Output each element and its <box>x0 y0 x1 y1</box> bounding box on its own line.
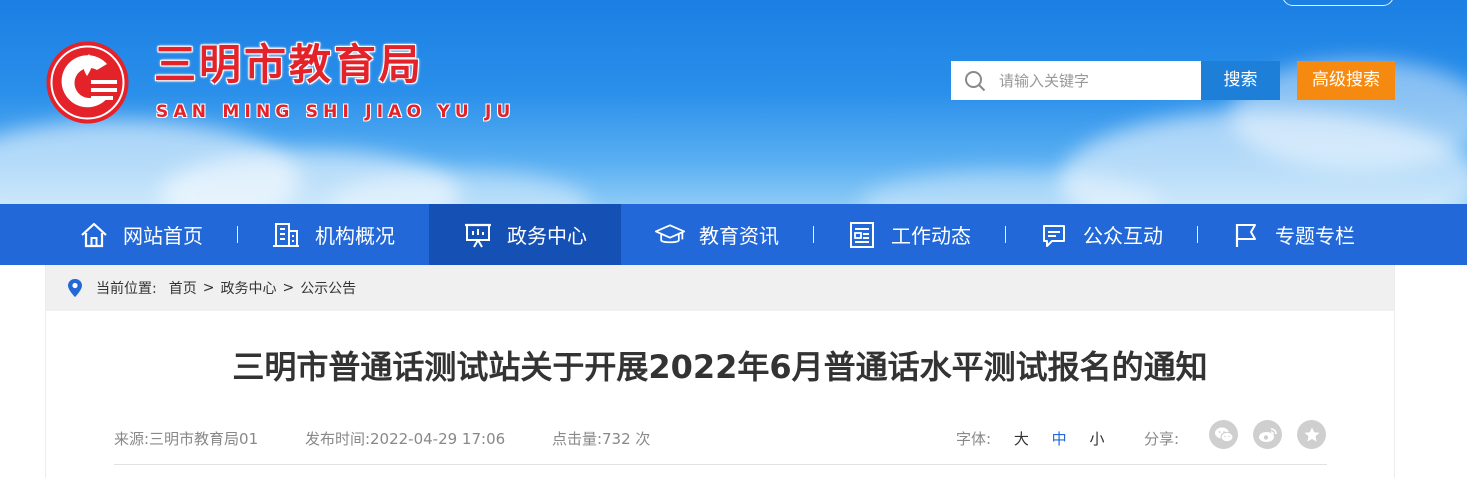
nav-item-special-topics[interactable]: 专题专栏 <box>1197 204 1389 265</box>
article-title: 三明市普通话测试站关于开展2022年6月普通话水平测试报名的通知 <box>232 348 1208 386</box>
breadcrumb-home-link[interactable]: 首页 <box>169 278 197 298</box>
presentation-board-icon <box>465 223 491 247</box>
education-bureau-logo <box>46 41 129 124</box>
article-meta: 来源:三明市教育局01 发布时间:2022-04-29 17:06 点击量:73… <box>114 429 692 449</box>
nav-item-label: 公众互动 <box>1083 224 1163 248</box>
nav-divider <box>1005 226 1006 243</box>
top-pill-link[interactable] <box>1282 0 1394 6</box>
share-favorite-button[interactable] <box>1297 420 1326 449</box>
nav-item-label: 网站首页 <box>123 224 203 248</box>
search-input[interactable] <box>999 62 1194 99</box>
site-subtitle: SAN MING SHI JIAO YU JU <box>156 102 516 122</box>
font-size-small-button[interactable]: 小 <box>1089 430 1104 448</box>
location-pin-icon <box>68 279 82 297</box>
nav-item-public-interaction[interactable]: 公众互动 <box>1005 204 1197 265</box>
font-size-large-button[interactable]: 大 <box>1014 430 1029 448</box>
share-wechat-button[interactable] <box>1209 420 1238 449</box>
nav-item-education-news[interactable]: 教育资讯 <box>621 204 813 265</box>
weibo-icon <box>1258 427 1277 442</box>
nav-divider <box>813 226 814 243</box>
breadcrumb-separator: > <box>202 280 215 296</box>
flag-icon <box>1235 223 1256 247</box>
nav-divider <box>1197 226 1198 243</box>
nav-item-organization[interactable]: 机构概况 <box>237 204 429 265</box>
breadcrumb-announcements-link[interactable]: 公示公告 <box>300 278 356 298</box>
share-weibo-button[interactable] <box>1253 420 1282 449</box>
main-nav: 网站首页 机构概况 政务中心 教育资讯 工作动态 公众互动 专题专栏 <box>0 204 1467 265</box>
site-header: 三明市教育局 SAN MING SHI JIAO YU JU 搜索 高级搜索 <box>0 0 1467 204</box>
site-title: 三明市教育局 <box>154 40 425 89</box>
nav-divider <box>237 226 238 243</box>
meta-divider <box>114 464 1327 465</box>
font-size-medium-button[interactable]: 中 <box>1052 430 1067 448</box>
breadcrumb-government-center-link[interactable]: 政务中心 <box>220 278 276 298</box>
home-icon <box>81 222 107 247</box>
wechat-icon <box>1214 427 1233 442</box>
breadcrumb-separator: > <box>282 280 295 296</box>
nav-item-government-center[interactable]: 政务中心 <box>429 204 621 265</box>
nav-item-label: 教育资讯 <box>699 224 779 248</box>
search-box <box>951 61 1201 100</box>
article-publish-time: 发布时间:2022-04-29 17:06 <box>304 430 506 448</box>
graduation-cap-icon <box>655 223 685 243</box>
nav-item-label: 机构概况 <box>315 224 395 248</box>
advanced-search-button[interactable]: 高级搜索 <box>1297 61 1395 100</box>
nav-item-label: 工作动态 <box>891 224 971 248</box>
nav-item-label: 政务中心 <box>507 224 587 248</box>
document-list-icon <box>850 221 874 248</box>
share-label: 分享: <box>1144 430 1180 448</box>
favorite-star-icon <box>1304 427 1319 442</box>
breadcrumb-label: 当前位置: <box>96 281 157 297</box>
article-panel: 当前位置: 首页 > 政务中心 > 公示公告 三明市普通话测试站关于开展2022… <box>45 265 1395 478</box>
nav-item-label: 专题专栏 <box>1275 224 1355 248</box>
article-click-count: 点击量:732 次 <box>551 430 651 448</box>
building-icon <box>273 222 299 247</box>
font-size-label: 字体: <box>956 430 992 448</box>
article-source: 来源:三明市教育局01 <box>114 430 259 448</box>
chat-bubble-icon <box>1043 224 1065 247</box>
nav-item-home[interactable]: 网站首页 <box>45 204 237 265</box>
breadcrumb: 当前位置: 首页 > 政务中心 > 公示公告 <box>46 265 1394 311</box>
search-button[interactable]: 搜索 <box>1201 61 1280 100</box>
nav-item-work-updates[interactable]: 工作动态 <box>813 204 1005 265</box>
font-size-control: 字体: 大 中 小 <box>956 429 1104 449</box>
search-icon <box>951 61 999 100</box>
